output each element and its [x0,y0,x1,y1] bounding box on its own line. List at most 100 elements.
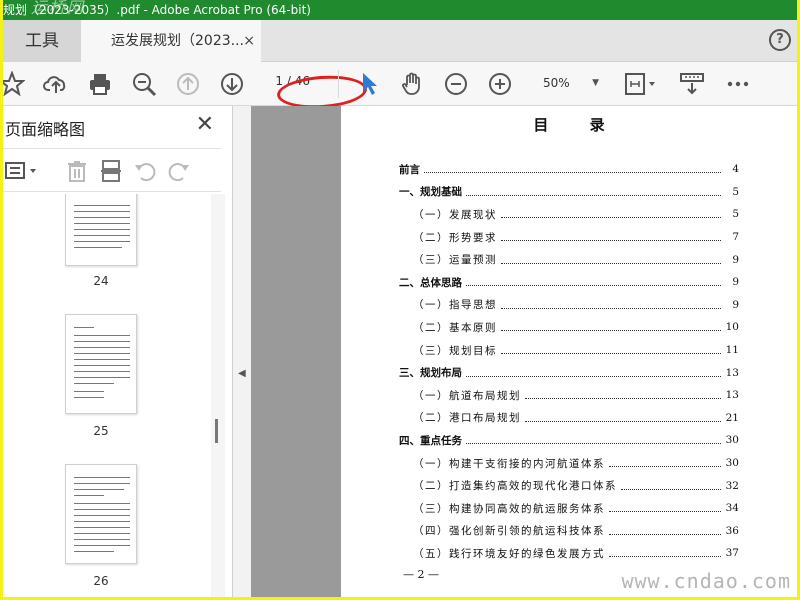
zoom-search-icon[interactable] [131,71,157,97]
select-cursor-icon[interactable] [357,71,383,97]
table-of-contents: 前言 4 一、规划基础 5 （一）发展现状 5 （二）形势要求 7 （三）运量预测 9 二、总体思路… [399,158,739,565]
toc-entry-text: 三、规划布局 [399,367,462,380]
rotate-right-icon[interactable] [167,159,191,183]
toc-entry[interactable]: （五）践行环境友好的绿色发展方式 37 [399,542,739,565]
delete-icon[interactable] [65,159,89,183]
toc-entry-page: 5 [732,185,739,198]
scrollbar-thumb[interactable] [215,419,218,443]
toc-entry-page: 11 [725,344,739,357]
page-thumbnail[interactable] [65,464,137,564]
toc-entry-page: 30 [725,457,739,470]
toc-entry[interactable]: （四）强化创新引领的航运科技体系 36 [399,520,739,543]
toc-entry-text: （二）打造集约高效的现代化港口体系 [413,480,617,493]
toc-entry-page: 9 [732,253,739,266]
watermark-bottom: www.cndao.com [621,569,791,593]
toc-entry-page: 9 [732,298,739,311]
toc-entry[interactable]: （一）航道布局规划 13 [399,384,739,407]
star-icon[interactable] [3,70,26,97]
zoom-select[interactable]: 50% ▼ [533,72,603,94]
toc-entry-page: 32 [725,479,739,492]
options-menu-icon[interactable] [5,159,39,183]
toc-entry-text: （三）规划目标 [413,344,497,357]
close-tab-icon[interactable]: × [243,20,255,62]
toc-leader-dots [525,391,721,400]
tab-row: 工具 运发展规划（2023... × ? [3,20,797,62]
toc-entry-page: 9 [732,276,739,289]
toc-entry[interactable]: （二）形势要求 7 [399,226,739,249]
toc-entry[interactable]: （二）基本原则 10 [399,316,739,339]
toc-leader-dots [466,436,721,445]
toc-entry-page: 30 [725,434,739,447]
page-up-icon[interactable] [175,71,201,97]
toc-entry-text: （四）强化创新引领的航运科技体系 [413,525,605,538]
page-thumbnail[interactable] [65,194,137,266]
toc-entry-text: （一）航道布局规划 [413,389,521,402]
scroll-mode-icon[interactable] [679,71,705,97]
main-toolbar: 1 / 46 50% ▼ [3,62,797,112]
toc-entry[interactable]: （三）构建协同高效的航运服务体系 34 [399,497,739,520]
toc-entry[interactable]: 前言 4 [399,158,739,181]
panel-title: 页面缩略图 [5,120,86,139]
toc-entry-page: 4 [732,163,739,176]
zoom-value: 50% [543,76,570,90]
toc-entry-text: （一）构建干支衔接的内河航道体系 [413,457,605,470]
tab-tools[interactable]: 工具 [3,20,81,62]
toc-leader-dots [466,188,721,196]
toc-leader-dots [501,210,721,219]
toc-entry-text: （二）港口布局规划 [413,412,521,425]
zoom-out-icon[interactable] [443,71,469,97]
cloud-upload-icon[interactable] [43,71,69,97]
fit-page-icon[interactable] [623,71,657,97]
toc-leader-dots [609,504,721,513]
toc-entry[interactable]: （一）指导思想 9 [399,294,739,317]
toc-entry[interactable]: （一）构建干支衔接的内河航道体系 30 [399,452,739,475]
toc-leader-dots [501,233,721,242]
current-page-input[interactable]: 1 [269,74,283,88]
collapse-panel-handle[interactable]: ◀ [233,106,251,597]
tab-document[interactable]: 运发展规划（2023... × [81,20,261,62]
toc-leader-dots [525,414,721,422]
insert-page-icon[interactable] [99,159,123,183]
toc-entry-text: （五）践行环境友好的绿色发展方式 [413,547,605,560]
toc-entry-page: 7 [732,231,739,244]
toc-entry[interactable]: （二）港口布局规划 21 [399,407,739,430]
thumbnail-label: 24 [93,274,109,288]
print-icon[interactable] [87,71,113,97]
toc-entry[interactable]: 一、规划基础 5 [399,181,739,204]
panel-toolbar [3,148,221,192]
toc-entry[interactable]: （三）规划目标 11 [399,339,739,362]
toc-title: 目 录 [533,116,623,134]
rotate-left-icon[interactable] [133,159,157,183]
more-icon[interactable] [725,71,751,97]
thumbnails-panel: 页面缩略图 ✕ 24 25 26 [3,106,233,597]
toc-entry[interactable]: （三）运量预测 9 [399,248,739,271]
toc-entry-text: 四、重点任务 [399,434,462,447]
thumbnail-label: 25 [93,424,109,438]
toc-entry[interactable]: 三、规划布局 13 [399,361,739,384]
toc-entry-page: 5 [732,208,739,221]
page-down-icon[interactable] [219,71,245,97]
help-icon[interactable]: ? [769,29,791,51]
toc-entry-page: 10 [725,321,739,334]
close-panel-icon[interactable]: ✕ [196,112,214,137]
toc-entry-page: 34 [725,502,739,515]
toc-leader-dots [466,369,721,377]
toc-entry[interactable]: （一）发展现状 5 [399,203,739,226]
toc-leader-dots [466,278,721,287]
hand-icon[interactable] [399,71,425,97]
thumbnail-scrollbar[interactable] [211,194,225,597]
toc-entry[interactable]: （二）打造集约高效的现代化港口体系 32 [399,474,739,497]
toc-entry-text: （三）运量预测 [413,254,497,267]
toc-leader-dots [424,165,721,174]
toc-entry-text: （二）基本原则 [413,321,497,334]
toc-entry-text: 二、总体思路 [399,276,462,289]
toc-entry-page: 37 [725,547,739,560]
document-view[interactable]: 目 录 前言 4 一、规划基础 5 （一）发展现状 5 （二）形势要求 7 （三）运量预测 9 二、… [251,106,797,597]
page-thumbnail[interactable] [65,314,137,414]
toc-entry[interactable]: 四、重点任务 30 [399,429,739,452]
watermark-top: 运桥网 [31,0,86,17]
toc-entry-text: 一、规划基础 [399,186,462,199]
thumbnail-list: 24 25 26 [3,194,208,597]
zoom-in-icon[interactable] [487,71,513,97]
toc-entry[interactable]: 二、总体思路 9 [399,271,739,294]
